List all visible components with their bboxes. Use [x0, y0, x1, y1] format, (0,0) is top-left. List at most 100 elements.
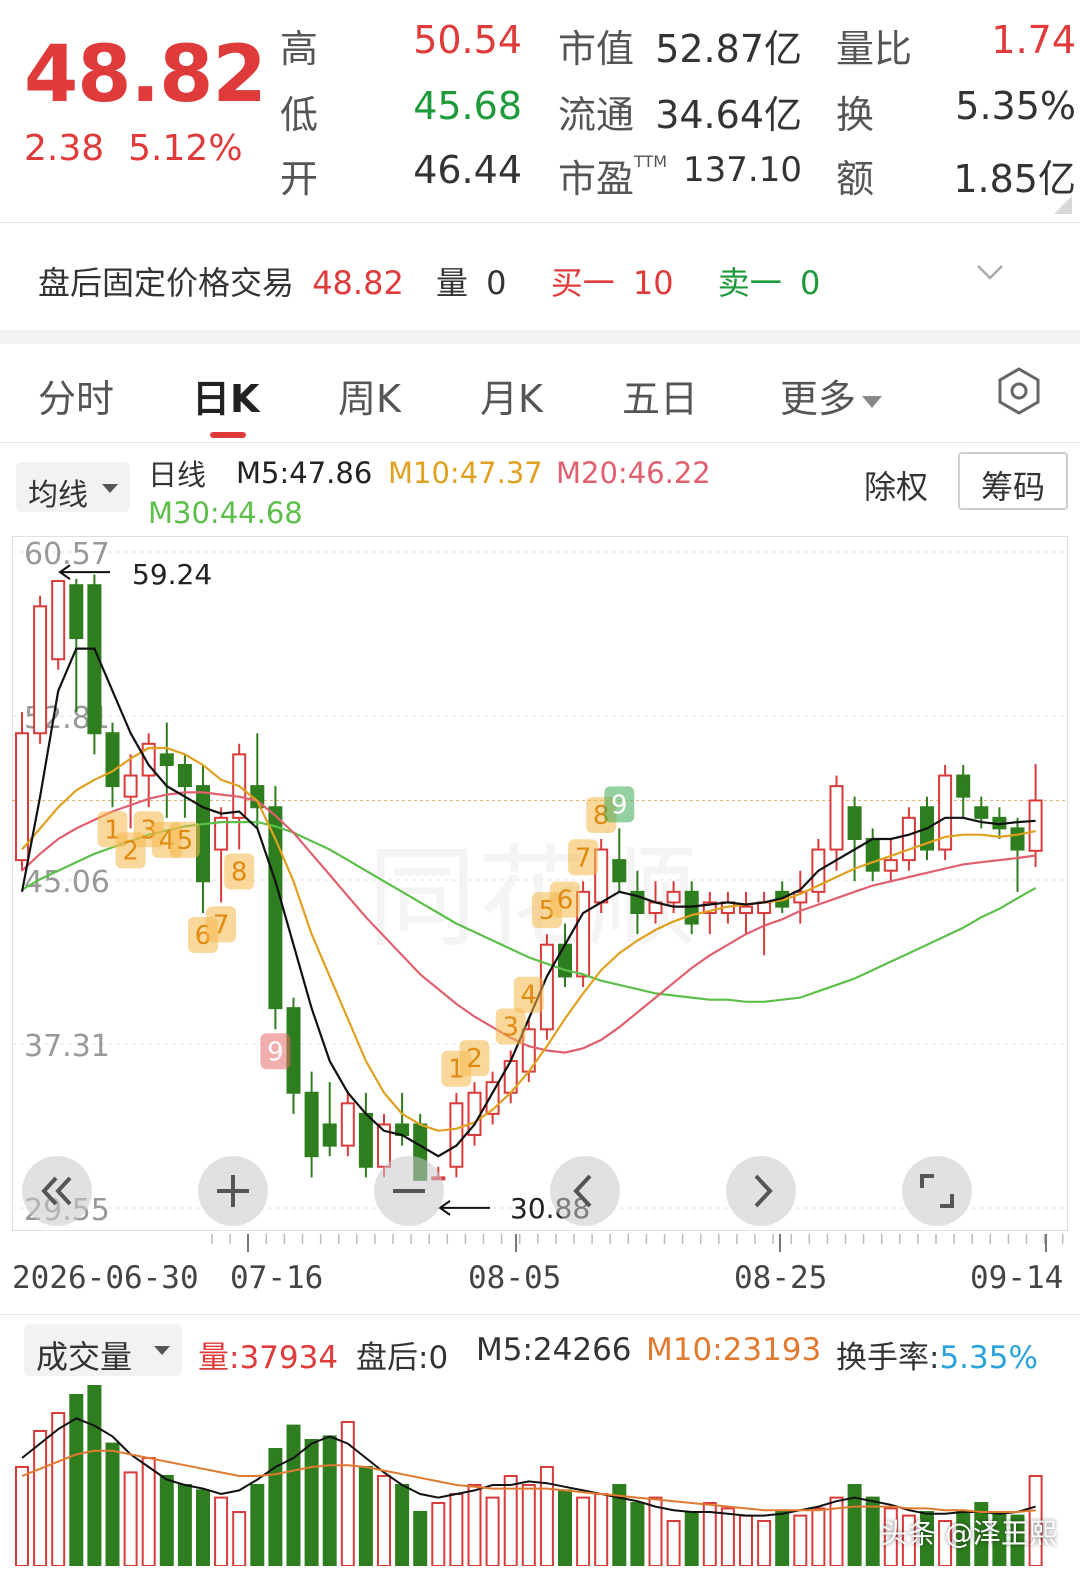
- volume-bar: [232, 1511, 247, 1566]
- ma5-value: M5:47.86: [236, 456, 373, 490]
- after-hours-row[interactable]: 盘后固定价格交易 48.82 量 0 买一 10 卖一 0: [38, 258, 828, 304]
- buy1-label: 买一: [550, 264, 615, 302]
- volume-bar: [322, 1435, 337, 1566]
- volume-indicator-selector[interactable]: 成交量: [24, 1324, 182, 1376]
- tab-weekly-k[interactable]: 周K: [338, 368, 401, 423]
- volume-bar: [15, 1466, 29, 1566]
- market-cap-label: 市值: [558, 27, 635, 71]
- turnover-value: 5.35%: [955, 84, 1076, 128]
- watermark: 头条 @泽王熙: [880, 1517, 1057, 1550]
- candle-body: [358, 1112, 373, 1168]
- volume-bar: [123, 1471, 138, 1566]
- volume-bar: [413, 1511, 428, 1566]
- last-price: 48.82: [24, 30, 267, 120]
- divider: [0, 1314, 1080, 1315]
- x-tick-label: 09-14: [970, 1260, 1063, 1296]
- volume-bar: [865, 1496, 880, 1566]
- x-tick-label: 2026-06-30: [12, 1260, 199, 1296]
- ma10-value: M10:47.37: [388, 456, 543, 490]
- corner-expand-icon[interactable]: [1054, 196, 1072, 214]
- change-percent: 5.12%: [128, 128, 243, 169]
- tab-intraday[interactable]: 分时: [38, 368, 114, 423]
- caret-down-icon: [154, 1346, 170, 1355]
- volume-bar: [196, 1489, 210, 1566]
- price-change: 2.38 5.12%: [24, 128, 243, 169]
- plus-icon: [217, 1175, 249, 1207]
- candle-body: [51, 579, 66, 661]
- volume-bar: [811, 1507, 826, 1566]
- adjust-toggle[interactable]: 除权: [864, 462, 928, 508]
- volume-bar: [141, 1457, 156, 1566]
- candle-body: [123, 774, 138, 798]
- x-tick-label: 08-25: [734, 1260, 827, 1296]
- ma20-value: M20:46.22: [556, 456, 711, 490]
- volume-bar: [177, 1484, 192, 1566]
- ma-selector[interactable]: 均线: [16, 462, 130, 513]
- tab-monthly-k[interactable]: 月K: [480, 368, 543, 423]
- candle-body: [177, 763, 192, 788]
- candle-body: [974, 806, 989, 819]
- double-chevron-left-icon: [41, 1176, 72, 1206]
- zoom-in-button[interactable]: [198, 1156, 268, 1226]
- td-count-label: 2: [466, 1044, 483, 1074]
- period-label: 日线: [148, 458, 207, 492]
- tab-five-day[interactable]: 五日: [622, 368, 698, 423]
- candle-body: [1010, 827, 1025, 851]
- volume-bar: [521, 1484, 536, 1566]
- volume-bar: [467, 1484, 482, 1566]
- pe-value: 137.10: [683, 150, 802, 190]
- market-cap-value: 52.87亿: [655, 27, 802, 71]
- candle-body: [757, 901, 772, 914]
- volume-bar: [684, 1511, 699, 1566]
- volume-bar: [395, 1484, 410, 1566]
- fullscreen-button[interactable]: [902, 1156, 972, 1226]
- volume-bar: [51, 1412, 66, 1566]
- divider: [0, 442, 1080, 443]
- settings-icon[interactable]: [994, 366, 1044, 416]
- volume-bar: [666, 1520, 681, 1566]
- candle-body: [340, 1102, 355, 1147]
- volume-bar: [105, 1442, 120, 1566]
- candle-body: [33, 605, 48, 735]
- rewind-button[interactable]: [22, 1156, 92, 1226]
- volume-ratio-label: 量比: [836, 27, 913, 71]
- zoom-out-button[interactable]: [374, 1156, 444, 1226]
- high-label: 高: [280, 27, 319, 71]
- candle-body: [105, 732, 120, 788]
- chip-distribution-button[interactable]: 筹码: [958, 452, 1068, 510]
- volume-bar: [358, 1466, 373, 1566]
- vol-ma10: M10:23193: [646, 1332, 822, 1368]
- candle-body: [304, 1091, 319, 1158]
- volume-bar: [304, 1439, 319, 1566]
- td-count-label: 3: [502, 1012, 519, 1042]
- float-cap-value: 34.64亿: [655, 93, 802, 137]
- turnover-rate: 换手率:5.35%: [836, 1340, 1038, 1376]
- candle-body: [684, 890, 699, 925]
- volume-bar: [449, 1493, 464, 1566]
- prev-button[interactable]: [550, 1156, 620, 1226]
- candle-body: [883, 859, 898, 872]
- td-count-label: 7: [213, 910, 230, 940]
- volume-bar: [250, 1484, 265, 1566]
- volume-bar: [576, 1496, 591, 1566]
- next-button[interactable]: [726, 1156, 796, 1226]
- volume-bar: [214, 1496, 229, 1566]
- tab-more[interactable]: 更多: [780, 368, 883, 423]
- tab-daily-k[interactable]: 日K: [192, 368, 259, 423]
- high-value: 50.54: [413, 18, 522, 62]
- after-hours-price: 48.82: [312, 264, 404, 302]
- after-hours-label: 盘后固定价格交易: [38, 264, 295, 302]
- low-value: 45.68: [413, 84, 522, 128]
- fullscreen-icon: [920, 1174, 954, 1208]
- candle-body: [847, 806, 862, 840]
- volume-bar: [793, 1514, 808, 1566]
- candle-body: [69, 584, 84, 640]
- y-tick-label: 37.31: [24, 1029, 110, 1064]
- section-divider: [0, 330, 1080, 344]
- volume-bar: [757, 1520, 772, 1566]
- candle-body: [739, 905, 753, 914]
- volume-bar: [286, 1424, 301, 1566]
- volume-bar: [739, 1514, 753, 1566]
- chevron-down-icon[interactable]: [976, 258, 1004, 286]
- candle-body: [956, 774, 971, 798]
